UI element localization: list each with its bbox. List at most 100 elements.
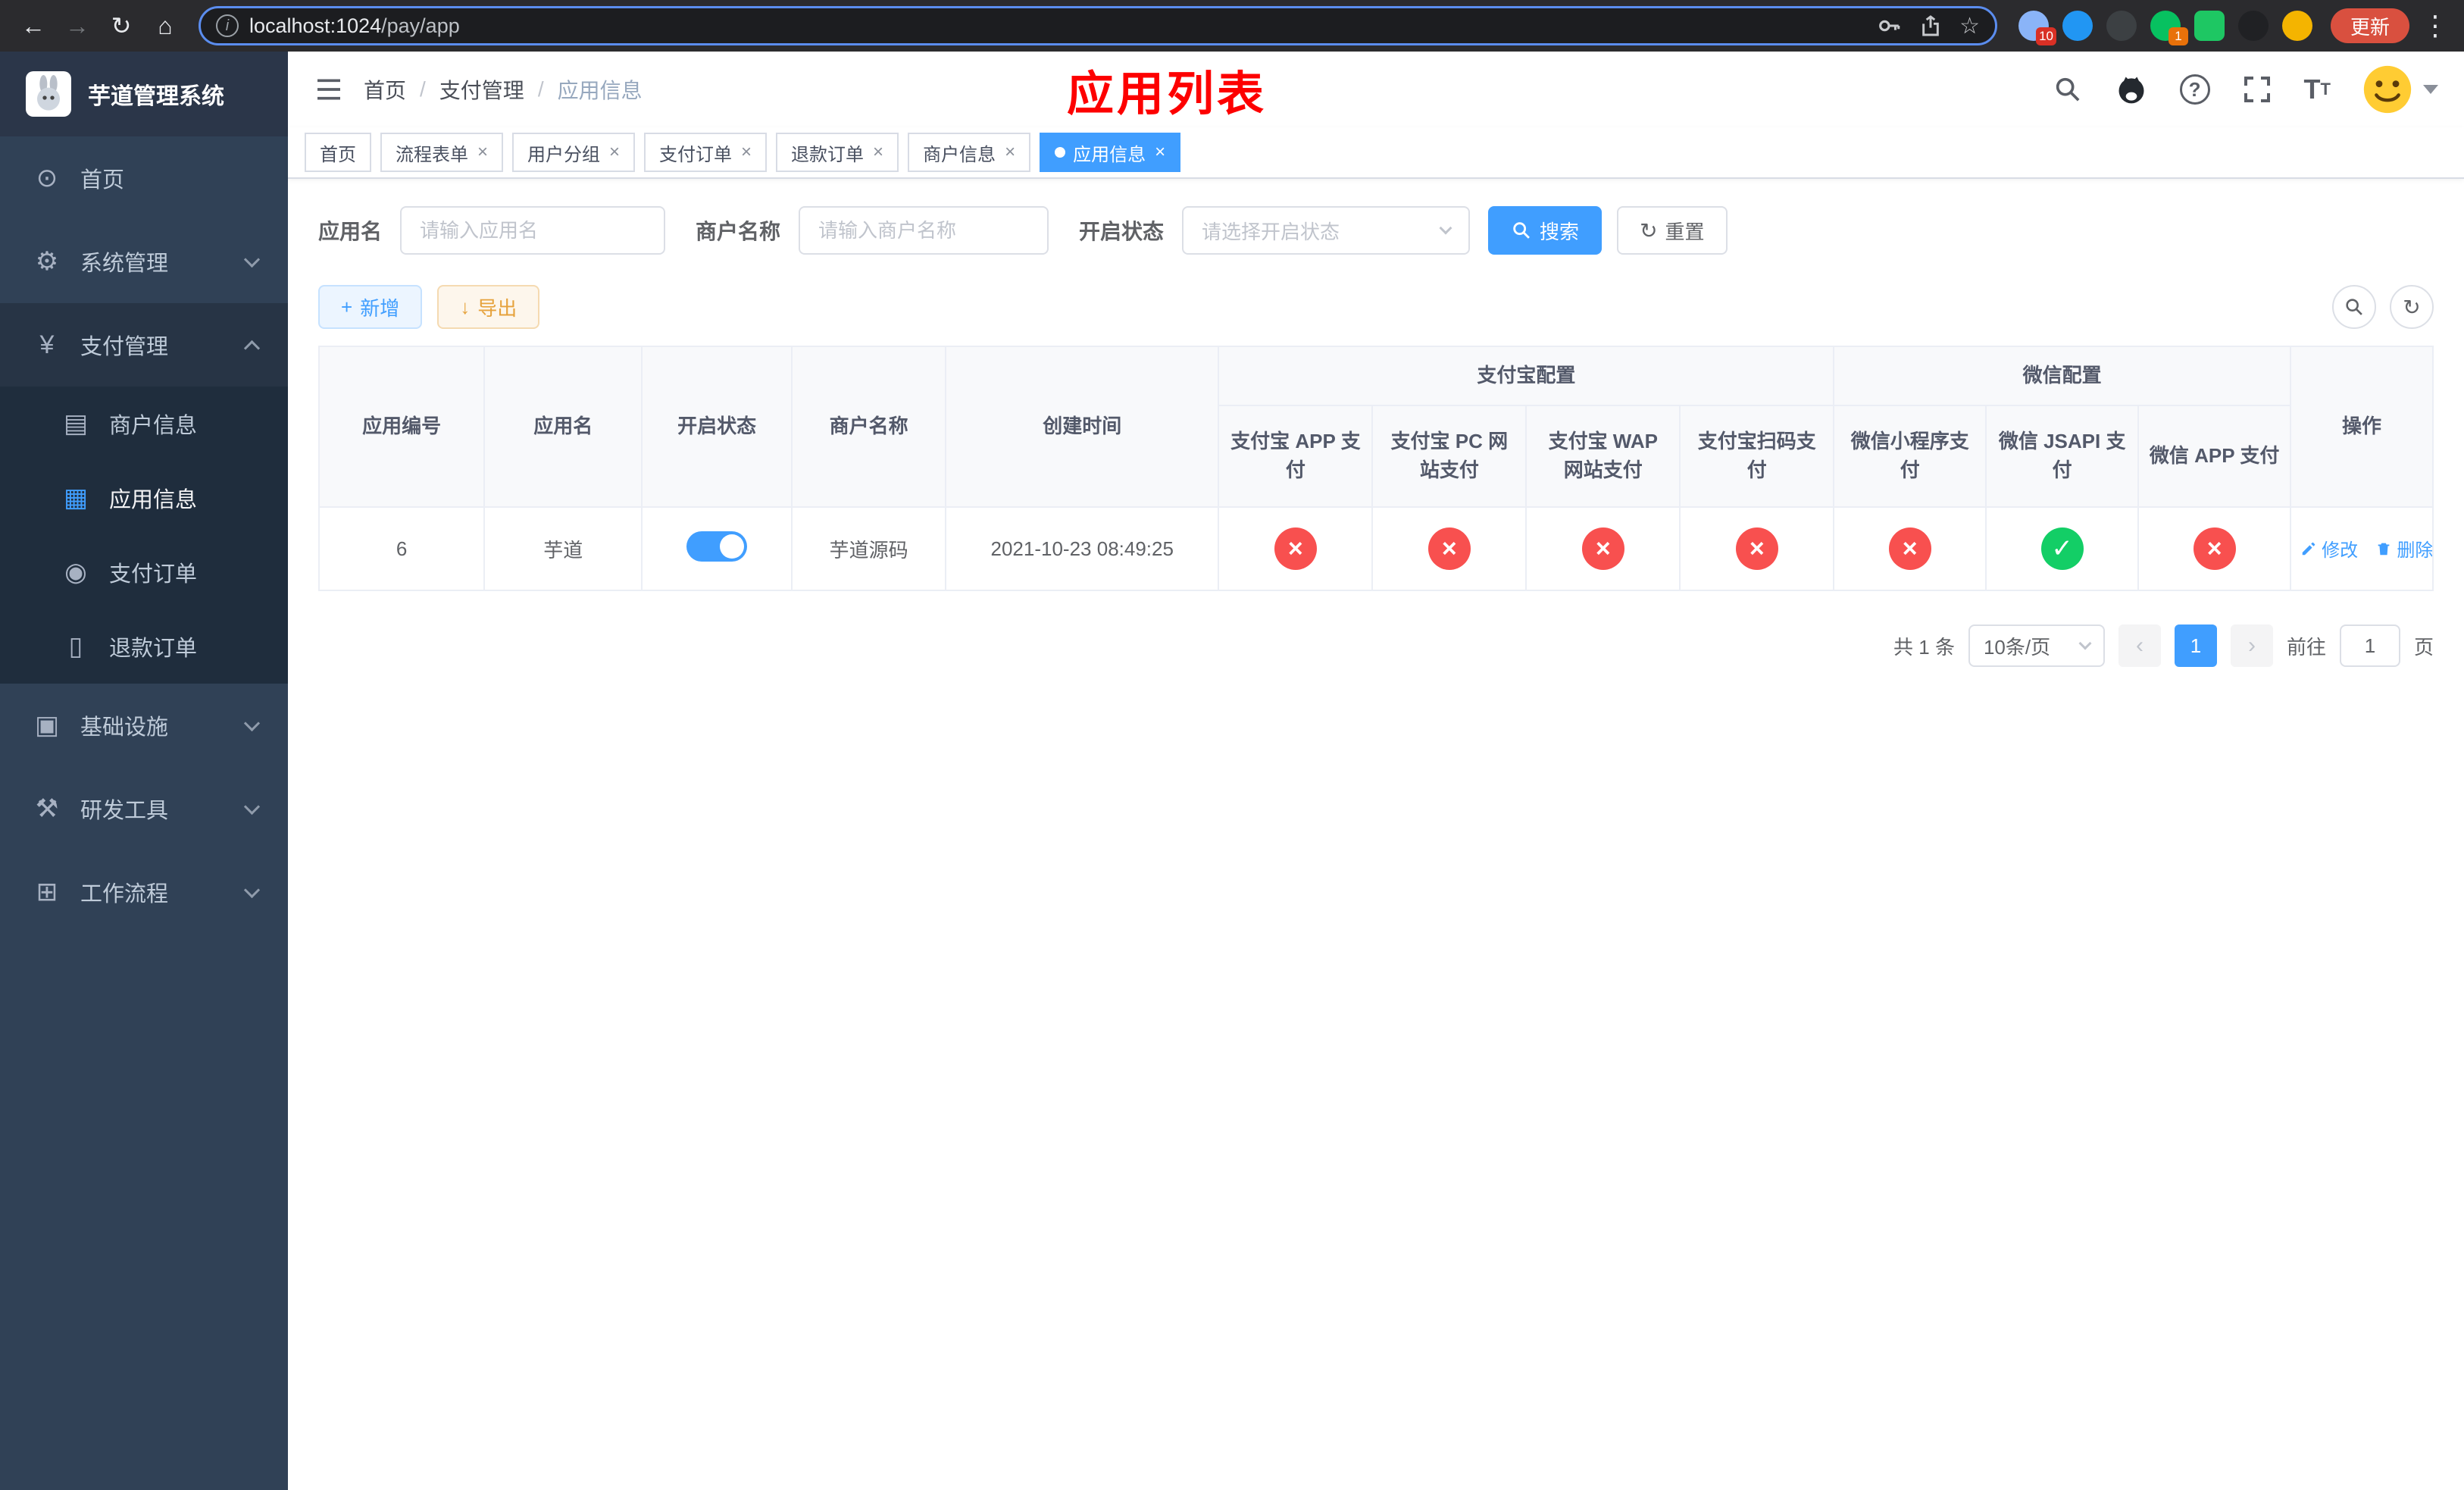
browser-menu-icon[interactable]: ⋮ [2420, 10, 2450, 42]
back-icon[interactable]: ← [14, 6, 53, 45]
cell-merchant: 芋道源码 [791, 506, 947, 591]
pagination: 共 1 条 10条/页 ‹ 1 › 前往 页 [318, 624, 2434, 667]
wx-mini-status-icon: × [1888, 527, 1931, 570]
fullscreen-icon[interactable] [2242, 74, 2272, 105]
extension-icon-7[interactable] [2281, 11, 2312, 41]
chevron-up-icon [243, 340, 261, 356]
address-bar[interactable]: i localhost:1024/pay/app ☆ [199, 6, 1997, 45]
sidebar-item-devtools[interactable]: ⚒ 研发工具 [0, 767, 288, 850]
page-1-button[interactable]: 1 [2174, 624, 2217, 667]
extension-icon-1[interactable]: 10 [2018, 11, 2056, 45]
tab-app-info[interactable]: 应用信息 × [1040, 133, 1181, 172]
forward-icon[interactable]: → [58, 6, 97, 45]
refresh-table-button[interactable]: ↻ [2390, 285, 2434, 329]
search-button[interactable]: 搜索 [1488, 206, 1603, 255]
browser-toolbar: ← → ↻ ⌂ i localhost:1024/pay/app ☆ 10 1 [0, 0, 2464, 52]
table-row: 6 芋道 芋道源码 2021-10-23 08:49:25 × × × × × … [317, 506, 2434, 591]
col-alipay-pc: 支付宝 PC 网站支付 [1371, 405, 1527, 508]
hamburger-icon[interactable] [314, 74, 344, 105]
share-icon[interactable] [1918, 14, 1943, 38]
close-icon[interactable]: × [873, 142, 883, 163]
cell-app-id: 6 [317, 506, 486, 591]
status-toggle[interactable] [686, 531, 748, 562]
sidebar-item-app-info[interactable]: ▦ 应用信息 [0, 461, 288, 535]
chevron-down-icon [2078, 637, 2092, 650]
reset-button[interactable]: ↻ 重置 [1617, 206, 1728, 255]
gear-icon: ⚙ [35, 247, 59, 276]
home-icon[interactable]: ⌂ [145, 6, 185, 45]
github-icon[interactable] [2115, 73, 2148, 106]
cell-status [641, 506, 793, 591]
url-text: localhost:1024/pay/app [249, 14, 460, 37]
avatar [2363, 65, 2412, 114]
alipay-app-status-icon: × [1274, 527, 1317, 570]
tab-user-group[interactable]: 用户分组 × [512, 133, 636, 172]
sidebar-item-refund-order[interactable]: ▯ 退款订单 [0, 609, 288, 684]
sidebar-item-home[interactable]: ⊙ 首页 [0, 136, 288, 220]
search-icon[interactable] [2053, 74, 2083, 105]
extension-icon-3[interactable] [2106, 11, 2137, 41]
add-button[interactable]: + 新增 [318, 285, 423, 329]
close-icon[interactable]: × [1155, 142, 1165, 163]
extension-icon-2[interactable] [2062, 11, 2093, 41]
site-info-icon[interactable]: i [216, 14, 239, 37]
page-size-select[interactable]: 10条/页 [1968, 624, 2105, 667]
close-icon[interactable]: × [1005, 142, 1015, 163]
chevron-down-icon [1439, 221, 1452, 235]
app-name-input[interactable] [400, 206, 666, 255]
breadcrumb: 首页 / 支付管理 / 应用信息 [364, 74, 643, 105]
edit-button[interactable]: 修改 [2300, 535, 2358, 562]
extension-icon-5[interactable] [2194, 11, 2225, 41]
order-icon: ◉ [64, 558, 87, 587]
extension-icon-6[interactable] [2237, 11, 2269, 41]
sidebar-item-system[interactable]: ⚙ 系统管理 [0, 220, 288, 303]
refresh-icon: ↻ [2403, 295, 2421, 319]
sidebar-item-pay-order[interactable]: ◉ 支付订单 [0, 535, 288, 609]
tab-home[interactable]: 首页 [305, 133, 371, 172]
breadcrumb-home[interactable]: 首页 [364, 74, 406, 105]
toggle-search-button[interactable] [2332, 285, 2376, 329]
close-icon[interactable]: × [741, 142, 752, 163]
tab-flow-form[interactable]: 流程表单 × [380, 133, 504, 172]
merchant-name-label: 商户名称 [696, 220, 781, 243]
extension-icon-4[interactable]: 1 [2150, 11, 2188, 45]
status-select[interactable]: 请选择开启状态 [1182, 206, 1471, 255]
help-icon[interactable]: ? [2179, 74, 2210, 105]
user-menu[interactable] [2362, 64, 2438, 114]
tab-pay-order[interactable]: 支付订单 × [644, 133, 768, 172]
sidebar-item-workflow[interactable]: ⊞ 工作流程 [0, 850, 288, 934]
cell-created: 2021-10-23 08:49:25 [945, 506, 1220, 591]
reload-icon[interactable]: ↻ [102, 6, 141, 45]
tab-refund-order[interactable]: 退款订单 × [776, 133, 899, 172]
sidebar-item-merchant-info[interactable]: ▤ 商户信息 [0, 387, 288, 461]
export-button[interactable]: ↓ 导出 [437, 285, 540, 329]
goto-page-input[interactable] [2339, 624, 2400, 667]
app-name-label: 应用名 [318, 220, 383, 243]
font-size-icon[interactable]: TT [2304, 74, 2331, 105]
chevron-down-icon [2423, 85, 2438, 94]
close-icon[interactable]: × [477, 142, 488, 163]
tools-icon: ⚒ [35, 794, 59, 823]
app-title: 芋道管理系统 [88, 84, 224, 109]
close-icon[interactable]: × [609, 142, 620, 163]
delete-button[interactable]: 删除 [2375, 535, 2431, 562]
bookmark-star-icon[interactable]: ☆ [1959, 13, 1980, 39]
logo-rabbit-icon [26, 71, 71, 117]
chevron-down-icon [243, 251, 261, 268]
sidebar-item-pay[interactable]: ¥ 支付管理 [0, 303, 288, 387]
extensions-strip: 10 1 [2018, 11, 2312, 45]
breadcrumb-pay[interactable]: 支付管理 [439, 74, 524, 105]
yen-icon: ¥ [39, 330, 55, 359]
prev-page-button[interactable]: ‹ [2118, 624, 2161, 667]
col-operations: 操作 [2290, 346, 2434, 508]
chrome-update-button[interactable]: 更新 [2330, 8, 2409, 43]
grid-icon: ▦ [63, 484, 89, 512]
sidebar-item-infra[interactable]: ▣ 基础设施 [0, 684, 288, 767]
tab-merchant-info[interactable]: 商户信息 × [908, 133, 1031, 172]
chevron-down-icon [243, 715, 261, 731]
cell-app-name: 芋道 [483, 506, 643, 591]
merchant-name-input[interactable] [799, 206, 1049, 255]
next-page-button[interactable]: › [2230, 624, 2273, 667]
sidebar-logo[interactable]: 芋道管理系统 [0, 52, 288, 136]
password-key-icon[interactable] [1876, 13, 1902, 39]
